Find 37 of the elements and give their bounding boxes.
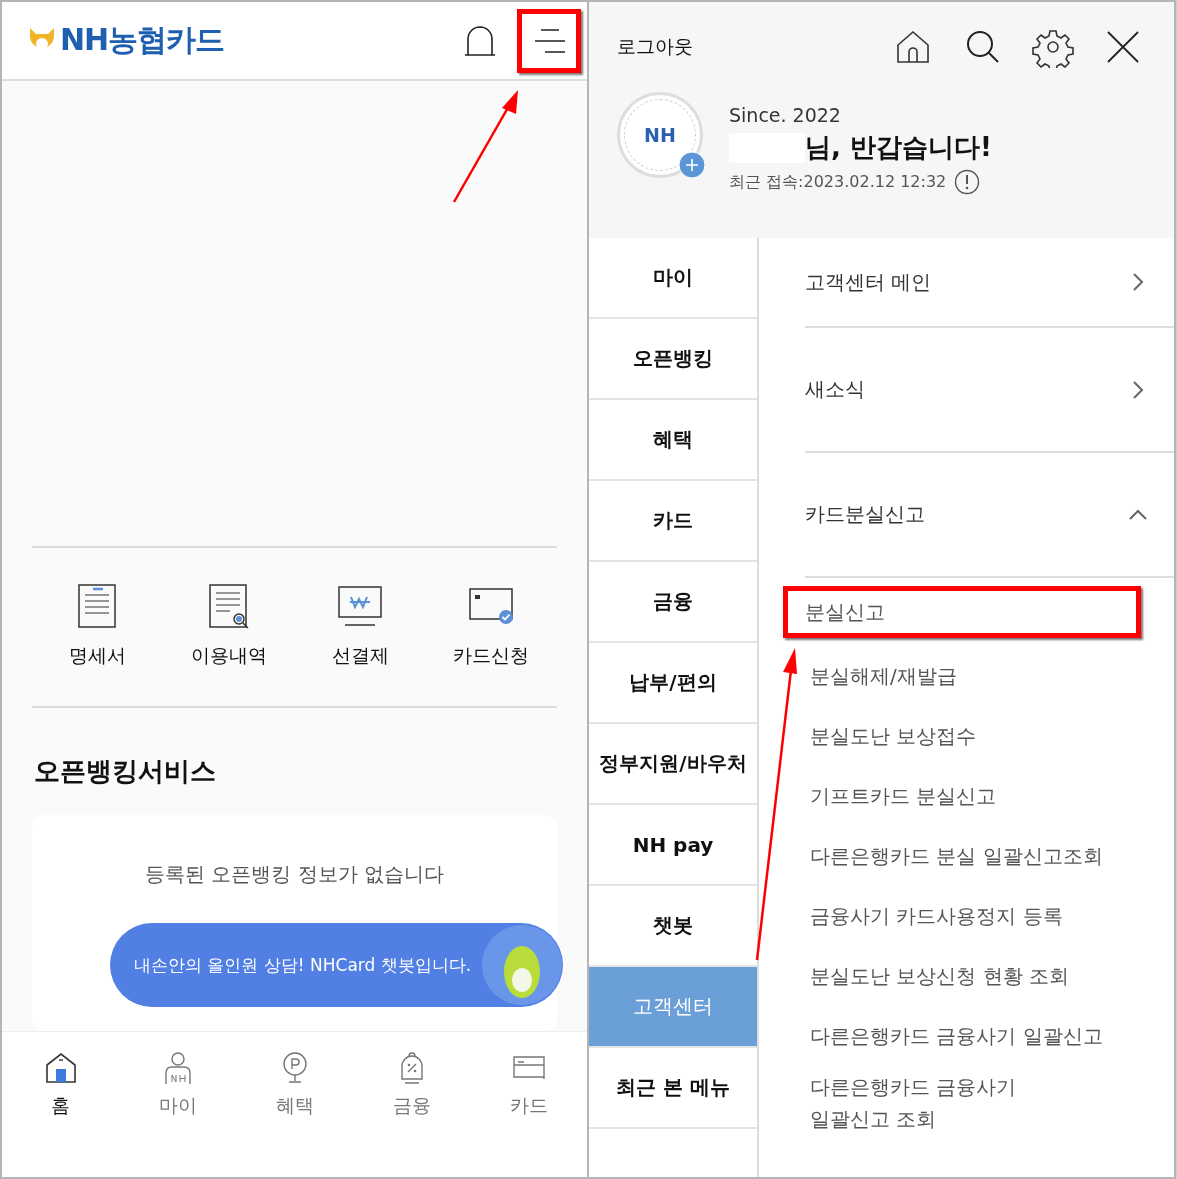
exclamation-icon[interactable] [954, 169, 981, 195]
chatbot-avatar-icon [481, 924, 563, 1007]
menu-link[interactable]: 고객센터 메인 [805, 238, 1174, 328]
submenu-item[interactable]: 분실도난 보상신청 현황 조회 [805, 946, 1174, 1006]
logout-button[interactable]: 로그아웃 [617, 34, 693, 60]
quick-menu-item[interactable]: 명세서 [37, 582, 158, 671]
submenu-item[interactable]: 다른은행카드 금융사기 일괄신고 조회 [805, 1066, 1045, 1140]
nav-tab[interactable]: 홈 [20, 1050, 101, 1121]
empty-message: 등록된 오픈뱅킹 정보가 없습니다 [143, 861, 446, 889]
logo: NH농협카드 [28, 20, 225, 62]
section-title: 오픈뱅킹서비스 [34, 755, 217, 789]
quick-menu-item[interactable]: 카드신청 [431, 582, 552, 671]
menu-link[interactable]: 새소식 [805, 328, 1174, 453]
member-since: Since. 2022 [729, 104, 842, 126]
quick-menu-item[interactable]: 선결제 [300, 582, 421, 671]
nav-tab[interactable]: 금융 [371, 1050, 452, 1121]
menu-button[interactable] [517, 8, 581, 73]
submenu-item[interactable]: 다른은행카드 금융사기 일괄신고 [805, 1006, 1174, 1066]
add-icon[interactable] [678, 151, 706, 179]
nav-tab[interactable]: 혜택 [254, 1050, 335, 1121]
greeting: 님, 반갑습니다! [805, 131, 992, 164]
avatar[interactable]: NH [617, 92, 703, 178]
submenu-item[interactable]: 분실해제/재발급 [805, 646, 1174, 706]
bell-icon[interactable] [463, 23, 497, 58]
chatbot-banner[interactable]: 내손안의 올인원 상담! NHCard 챗봇입니다. [110, 923, 563, 1008]
submenu-item[interactable]: 분실도난 보상접수 [805, 706, 1174, 766]
nav-tab[interactable]: 카드 [488, 1050, 569, 1121]
home-icon [43, 1051, 78, 1086]
nav-tab[interactable]: 마이 [137, 1050, 218, 1121]
submenu-item[interactable]: 기프트카드 분실신고 [805, 766, 1174, 826]
submenu-item[interactable]: 다른은행카드 분실 일괄신고조회 [805, 826, 1174, 886]
quick-menu-item[interactable]: 이용내역 [168, 582, 289, 671]
menu-group[interactable]: 카드분실신고 [805, 453, 1174, 578]
submenu-item[interactable]: 금융사기 카드사용정지 등록 [805, 886, 1174, 946]
last-login: 최근 접속:2023.02.12 12:32 [729, 171, 947, 193]
submenu-item[interactable]: 분실신고 [783, 586, 1141, 638]
menu-icon [533, 27, 565, 54]
